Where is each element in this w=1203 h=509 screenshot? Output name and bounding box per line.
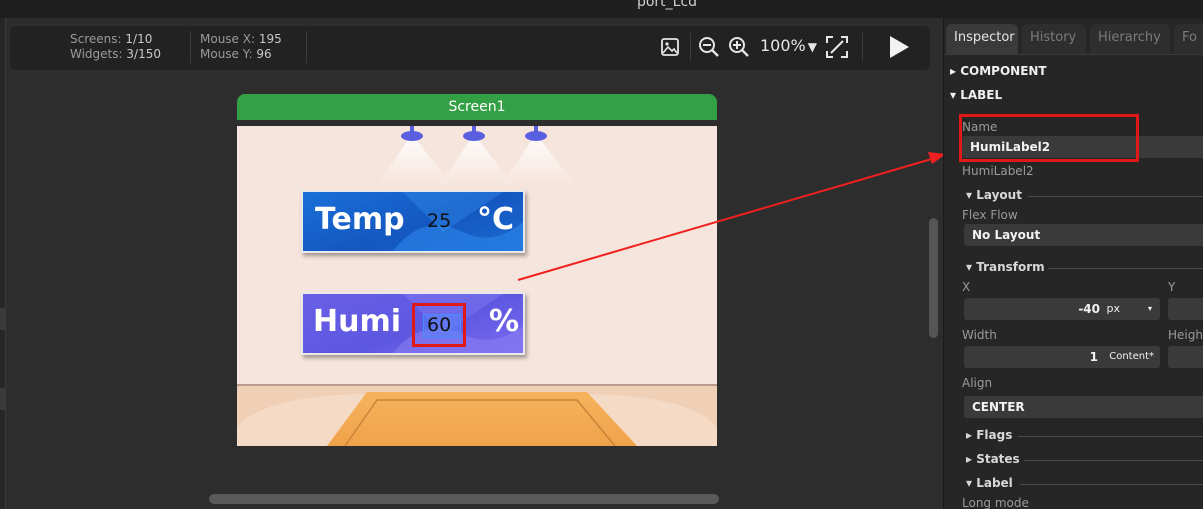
screen-preview[interactable]: Temp 25 °C Humi 60 % <box>237 126 717 446</box>
tab-fo[interactable]: Fo <box>1174 24 1203 54</box>
zoom-level: 100% <box>760 36 806 55</box>
window-titlebar: port_Lcd <box>0 0 1203 18</box>
y-field[interactable] <box>1168 298 1203 320</box>
caret-down-icon: ▾ <box>966 260 977 274</box>
mouse-y-value: 96 <box>256 47 272 61</box>
temp-unit: °C <box>477 202 515 237</box>
subsection-divider <box>1018 436 1203 437</box>
component-section-header[interactable]: ▸ COMPONENT <box>950 64 1047 78</box>
mouse-x-label: Mouse X: <box>200 32 256 46</box>
label-section-label: LABEL <box>960 88 1003 102</box>
label-subsection-header[interactable]: ▾ Label <box>966 476 1013 490</box>
component-section-label: COMPONENT <box>960 64 1047 78</box>
mouse-stat: Mouse X: 195 Mouse Y: 96 <box>200 32 282 62</box>
states-subsection-label: States <box>976 452 1020 466</box>
caret-right-icon: ▸ <box>966 452 977 466</box>
dropdown-arrow-icon: ▼ <box>807 40 817 54</box>
inspector-tabs: Inspector History Hierarchy Fo <box>944 18 1203 54</box>
play-icon[interactable] <box>884 34 914 60</box>
room-background <box>237 126 717 446</box>
subsection-divider <box>1028 196 1203 197</box>
image-icon[interactable] <box>658 34 682 60</box>
mouse-y-label: Mouse Y: <box>200 47 253 61</box>
caret-right-icon: ▸ <box>966 428 977 442</box>
x-field[interactable]: -40 px ▾ <box>964 298 1160 320</box>
temp-title: Temp <box>315 202 405 237</box>
caret-right-icon: ▸ <box>950 64 961 78</box>
caret-down-icon: ▾ <box>966 188 977 202</box>
subsection-divider <box>1048 268 1203 269</box>
subsection-divider <box>1024 460 1203 461</box>
zoom-out-icon[interactable] <box>696 34 722 60</box>
flags-subsection-header[interactable]: ▸ Flags <box>966 428 1012 442</box>
toolbar-divider <box>862 33 863 61</box>
width-label: Width <box>962 328 997 342</box>
caret-down-icon: ▾ <box>966 476 977 490</box>
height-field[interactable] <box>1168 346 1203 368</box>
x-label: X <box>962 280 971 294</box>
states-subsection-header[interactable]: ▸ States <box>966 452 1020 466</box>
canvas-toolbar: Screens: 1/10 Widgets: 3/150 Mouse X: 19… <box>10 26 930 70</box>
widgets-value: 3/150 <box>126 47 161 61</box>
unit-dropdown-icon: ▾ <box>1147 304 1152 313</box>
tab-inspector[interactable]: Inspector <box>946 24 1018 54</box>
name-hint: HumiLabel2 <box>962 164 1034 178</box>
screen-title-bar[interactable]: Screen1 <box>237 94 717 120</box>
long-mode-label: Long mode <box>962 496 1029 509</box>
toolbar-divider <box>690 33 691 61</box>
temp-panel[interactable]: Temp 25 °C <box>301 190 525 253</box>
screens-label: Screens: <box>70 32 122 46</box>
flex-flow-label: Flex Flow <box>962 208 1018 222</box>
window-title: port_Lcd <box>636 0 698 10</box>
tabs-divider <box>944 54 1203 55</box>
flex-flow-select[interactable]: No Layout <box>964 224 1203 246</box>
caret-down-icon: ▾ <box>950 88 961 102</box>
label-section-header[interactable]: ▾ LABEL <box>950 88 1002 102</box>
highlight-box-humi-value <box>412 303 466 347</box>
zoom-in-icon[interactable] <box>726 34 752 60</box>
transform-subsection-header[interactable]: ▾ Transform <box>966 260 1045 274</box>
layout-subsection-label: Layout <box>976 188 1022 202</box>
flags-subsection-label: Flags <box>976 428 1013 442</box>
humi-unit: % <box>489 304 520 339</box>
x-value: -40 <box>1078 302 1100 316</box>
editor-canvas-area: Screens: 1/10 Widgets: 3/150 Mouse X: 19… <box>6 18 943 509</box>
humi-title: Humi <box>313 304 402 339</box>
tab-history[interactable]: History <box>1022 24 1086 54</box>
layout-subsection-header[interactable]: ▾ Layout <box>966 188 1022 202</box>
y-label: Y <box>1168 280 1176 294</box>
width-unit: Content* <box>1109 351 1154 362</box>
highlight-box-name <box>959 114 1139 162</box>
toolbar-divider <box>306 31 307 63</box>
temp-value: 25 <box>427 210 452 232</box>
transform-subsection-label: Transform <box>976 260 1045 274</box>
vertical-scrollbar[interactable] <box>929 218 938 338</box>
toolbar-divider <box>190 31 191 63</box>
zoom-dropdown[interactable]: 100% ▼ <box>760 36 817 55</box>
fit-screen-icon[interactable] <box>824 34 850 60</box>
horizontal-scrollbar[interactable] <box>209 494 719 504</box>
width-value: 1 <box>1089 350 1098 364</box>
height-label: Height <box>1168 328 1203 342</box>
align-label: Align <box>962 376 993 390</box>
tab-hierarchy[interactable]: Hierarchy <box>1090 24 1170 54</box>
label-subsection-label: Label <box>976 476 1013 490</box>
widgets-label: Widgets: <box>70 47 123 61</box>
subsection-divider <box>1020 484 1203 485</box>
x-unit: px <box>1106 302 1121 315</box>
inspector-panel: Inspector History Hierarchy Fo ▸ COMPONE… <box>943 18 1203 509</box>
width-field[interactable]: 1 Content* <box>964 346 1160 368</box>
mouse-x-value: 195 <box>258 32 282 46</box>
screens-stat: Screens: 1/10 Widgets: 3/150 <box>70 32 161 62</box>
screens-value: 1/10 <box>125 32 153 46</box>
align-select[interactable]: CENTER <box>964 396 1203 418</box>
